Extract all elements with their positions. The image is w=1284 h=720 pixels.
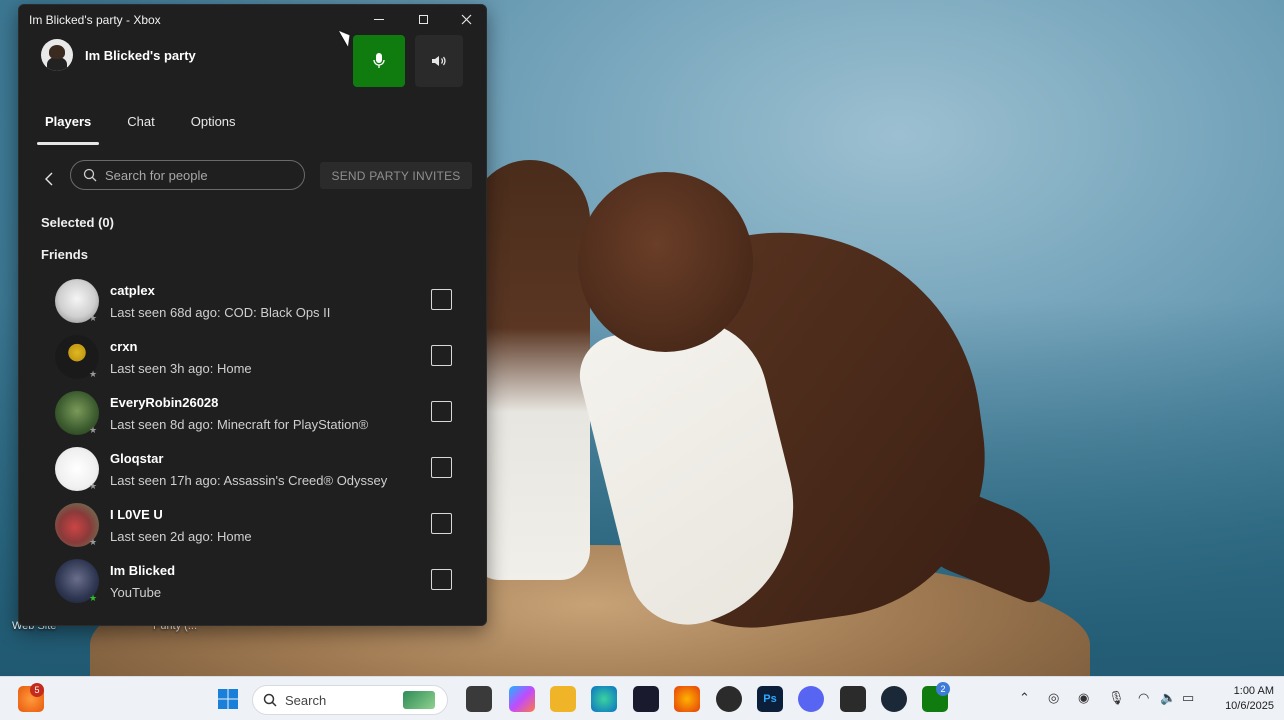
wallpaper-bird-head (578, 172, 753, 352)
file-explorer-icon[interactable] (550, 686, 576, 712)
search-icon (263, 693, 277, 707)
party-header: Im Blicked's party (41, 39, 196, 71)
wifi-icon[interactable]: ◠ (1138, 690, 1149, 706)
browser-icon[interactable] (674, 686, 700, 712)
friend-row[interactable]: ★ EveryRobin26028 Last seen 8d ago: Mine… (19, 387, 486, 443)
presence-indicator: ★ (89, 313, 98, 323)
wallpaper-bird-left (470, 160, 590, 580)
photoshop-icon[interactable]: Ps (757, 686, 783, 712)
tab-options[interactable]: Options (191, 113, 236, 147)
clock[interactable]: 1:00 AM 10/6/2025 (1210, 684, 1274, 714)
friend-name: I L0VE U (110, 507, 163, 522)
tray-icon[interactable]: ◎ (1048, 690, 1059, 706)
copilot-icon[interactable] (509, 686, 535, 712)
friend-name: Gloqstar (110, 451, 164, 466)
friend-row[interactable]: ★ I L0VE U Last seen 2d ago: Home (19, 499, 486, 555)
presence-indicator: ★ (89, 593, 98, 603)
friend-row[interactable]: ★ catplex Last seen 68d ago: COD: Black … (19, 275, 486, 331)
back-button[interactable] (37, 165, 59, 193)
maximize-icon (418, 14, 428, 24)
friend-row[interactable]: ★ Gloqstar Last seen 17h ago: Assassin's… (19, 443, 486, 499)
friend-name: catplex (110, 283, 155, 298)
clock-date: 10/6/2025 (1225, 700, 1274, 712)
friend-name: Im Blicked (110, 563, 176, 578)
clock-time: 1:00 AM (1233, 685, 1274, 697)
discord-icon[interactable] (798, 686, 824, 712)
friend-status: Last seen 3h ago: Home (110, 361, 252, 376)
minimize-icon (374, 18, 384, 20)
friend-select-checkbox[interactable] (431, 513, 452, 534)
party-avatar[interactable] (41, 39, 73, 71)
maximize-button[interactable] (401, 5, 445, 33)
microphone-icon (373, 53, 385, 68)
send-party-invites-button[interactable]: SEND PARTY INVITES (320, 162, 472, 189)
friend-status: Last seen 2d ago: Home (110, 529, 252, 544)
friend-row[interactable]: ★ Im Blicked YouTube (19, 555, 486, 611)
friend-select-checkbox[interactable] (431, 289, 452, 310)
tray-icon[interactable]: ◉ (1078, 690, 1089, 706)
microphone-button[interactable] (353, 35, 405, 87)
close-button[interactable] (444, 5, 486, 33)
search-input[interactable] (105, 167, 295, 183)
friend-status: Last seen 8d ago: Minecraft for PlayStat… (110, 417, 369, 432)
task-view-icon[interactable] (466, 686, 492, 712)
microphone-tray-icon[interactable]: 🎙 (1108, 690, 1125, 706)
friend-select-checkbox[interactable] (431, 569, 452, 590)
chevron-up-icon[interactable]: ⌃ (1019, 690, 1030, 706)
volume-icon[interactable]: 🔈 (1160, 690, 1176, 706)
presence-indicator: ★ (89, 425, 98, 435)
presence-indicator: ★ (89, 537, 98, 547)
friend-select-checkbox[interactable] (431, 457, 452, 478)
friend-select-checkbox[interactable] (431, 345, 452, 366)
presence-indicator: ★ (89, 369, 98, 379)
edge-browser-icon[interactable] (591, 686, 617, 712)
taskbar-search-label: Search (285, 692, 327, 708)
search-highlight-icon (403, 691, 435, 709)
friends-list: ★ catplex Last seen 68d ago: COD: Black … (19, 275, 486, 611)
party-name: Im Blicked's party (85, 47, 196, 63)
battery-icon[interactable]: ▭ (1182, 690, 1194, 706)
search-icon (83, 168, 97, 182)
steam-icon[interactable] (881, 686, 907, 712)
friend-status: YouTube (110, 585, 162, 600)
friend-name: crxn (110, 339, 138, 354)
app-icon[interactable] (633, 686, 659, 712)
xbox-party-window: Im Blicked's party - Xbox Im Blicked's p… (18, 4, 487, 626)
windows-logo-icon (218, 689, 238, 709)
friend-select-checkbox[interactable] (431, 401, 452, 422)
friend-status: Last seen 68d ago: COD: Black Ops II (110, 305, 331, 320)
minimize-button[interactable] (357, 5, 401, 33)
taskbar-search[interactable]: Search (252, 685, 448, 715)
window-title: Im Blicked's party - Xbox (29, 13, 161, 27)
app-icon[interactable] (840, 686, 866, 712)
presence-indicator: ★ (89, 481, 98, 491)
title-bar[interactable]: Im Blicked's party - Xbox (19, 5, 486, 33)
notification-badge: 5 (30, 683, 44, 697)
windows-start-button[interactable] (215, 686, 241, 712)
friend-name: EveryRobin26028 (110, 395, 219, 410)
tab-players[interactable]: Players (36, 113, 100, 147)
tab-chat[interactable]: Chat (127, 113, 154, 147)
xbox-badge: 2 (936, 682, 950, 696)
chevron-left-icon (44, 172, 52, 186)
selected-count-label: Selected (0) (41, 215, 114, 230)
speaker-button[interactable] (415, 35, 463, 87)
close-icon (461, 14, 471, 24)
friends-section-label: Friends (41, 247, 88, 262)
friend-row[interactable]: ★ crxn Last seen 3h ago: Home (19, 331, 486, 387)
friend-status: Last seen 17h ago: Assassin's Creed® Ody… (110, 473, 388, 488)
taskbar: 5 Search Ps 2 ⌃ ◎ ◉ 🎙 ◠ 🔈 ▭ 1:00 AM 10/6… (0, 676, 1284, 720)
app-icon[interactable] (716, 686, 742, 712)
tab-bar: Players Chat Options (36, 113, 272, 147)
speaker-icon (432, 56, 446, 66)
search-field[interactable] (70, 160, 305, 190)
